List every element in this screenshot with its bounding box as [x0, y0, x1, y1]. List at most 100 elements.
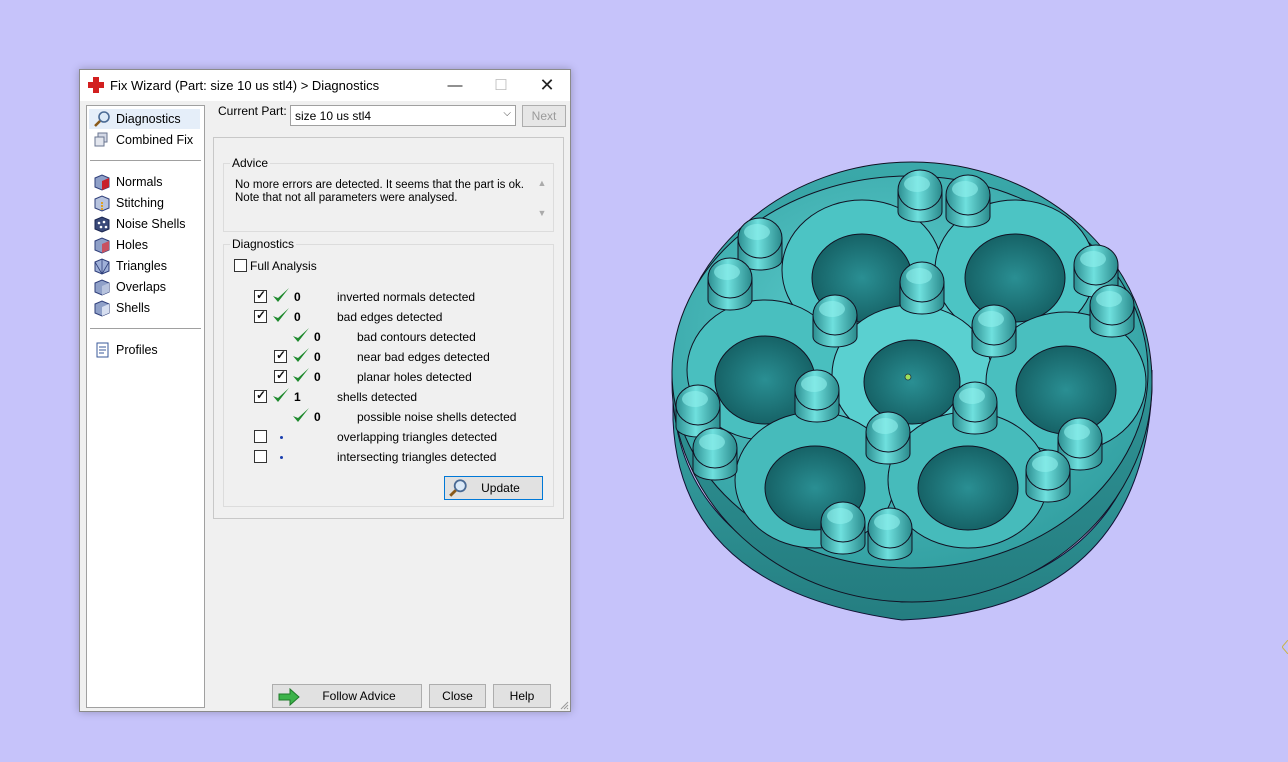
peg [867, 507, 913, 561]
diagnostic-checkbox[interactable] [254, 288, 267, 303]
sidebar-item-normals[interactable]: Normals [93, 172, 163, 192]
3d-viewport[interactable] [600, 120, 1220, 640]
current-part-label: Current Part: [218, 104, 287, 118]
peg [794, 369, 840, 423]
sidebar-item-label: Stitching [116, 196, 164, 210]
sidebar-item-label: Normals [116, 175, 163, 189]
diagnostic-count: 0 [314, 370, 321, 384]
sidebar-item-label: Holes [116, 238, 148, 252]
sidebar-item-noise-shells[interactable]: Noise Shells [93, 214, 185, 234]
magnifier-icon [93, 110, 111, 128]
diagnostic-checkbox[interactable] [254, 388, 267, 403]
green-check-icon [273, 308, 289, 322]
full-analysis-label: Full Analysis [250, 259, 317, 273]
peg [1025, 449, 1071, 503]
diagnostic-checkbox[interactable] [254, 450, 267, 463]
diagnostic-count: 0 [314, 330, 321, 344]
green-check-icon [293, 368, 309, 382]
follow-advice-label: Follow Advice [322, 689, 396, 703]
scroll-up-icon[interactable]: ▲ [535, 178, 549, 188]
peg [692, 427, 738, 481]
peg [820, 501, 866, 555]
diagnostic-checkbox[interactable] [254, 430, 267, 443]
sidebar-divider [90, 160, 201, 161]
sidebar-item-label: Triangles [116, 259, 167, 273]
diagnostic-label: intersecting triangles detected [337, 450, 497, 464]
diagnostic-checkbox[interactable] [274, 368, 287, 383]
diagnostic-count: 0 [294, 310, 301, 324]
diagnostic-label: shells detected [337, 390, 418, 404]
shells-cube-icon [93, 299, 111, 317]
sidebar-item-label: Shells [116, 301, 151, 315]
advice-group: Advice No more errors are detected. It s… [223, 156, 554, 232]
full-analysis-checkbox[interactable] [234, 259, 247, 272]
green-arrow-icon [278, 688, 300, 706]
fix-wizard-dialog: Fix Wizard (Part: size 10 us stl4) > Dia… [79, 69, 571, 712]
sidebar-item-label: Profiles [116, 343, 158, 357]
part-model [671, 161, 1153, 621]
peg [707, 257, 753, 311]
green-check-icon [273, 288, 289, 302]
sidebar-item-overlaps[interactable]: Overlaps [93, 277, 166, 297]
minimize-button[interactable]: — [432, 70, 478, 101]
normals-cube-icon [93, 173, 111, 191]
peg [1089, 284, 1135, 338]
peg [812, 294, 858, 348]
diagnostic-count: 1 [294, 390, 301, 404]
sidebar-item-label: Combined Fix [116, 133, 194, 147]
sidebar-item-holes[interactable]: Holes [93, 235, 148, 255]
diagnostic-label: near bad edges detected [357, 350, 490, 364]
diagnostic-checkbox[interactable] [254, 308, 267, 323]
diagnostic-label: bad edges detected [337, 310, 443, 324]
peg [945, 174, 991, 228]
diagnostic-label: possible noise shells detected [357, 410, 517, 424]
sidebar-item-shells[interactable]: Shells [93, 298, 150, 318]
current-part-select[interactable]: size 10 us stl4 ⌵ [290, 105, 516, 126]
green-check-icon [293, 328, 309, 342]
diagnostic-count: 0 [294, 290, 301, 304]
green-check-icon [273, 388, 289, 402]
diagnostics-panel: Advice No more errors are detected. It s… [213, 137, 564, 519]
sidebar-item-profiles[interactable]: Profiles [93, 340, 158, 360]
diagnostics-title: Diagnostics [230, 237, 297, 251]
diagnostic-label: planar holes detected [357, 370, 472, 384]
close-window-button[interactable]: ✕ [524, 70, 570, 101]
pick-point-marker [904, 373, 912, 381]
advice-text: No more errors are detected. It seems th… [235, 179, 524, 204]
peg [899, 261, 945, 315]
stitching-cube-icon [93, 194, 111, 212]
holes-cube-icon [93, 236, 111, 254]
overlaps-cube-icon [93, 278, 111, 296]
help-button[interactable]: Help [493, 684, 551, 708]
update-button[interactable]: Update [444, 476, 543, 500]
advice-title: Advice [230, 156, 271, 170]
title-bar[interactable]: Fix Wizard (Part: size 10 us stl4) > Dia… [80, 70, 570, 101]
red-cross-icon [88, 77, 104, 93]
diagnostic-checkbox[interactable] [274, 348, 287, 363]
peg [737, 217, 783, 271]
status-dot [280, 456, 283, 459]
peg [952, 381, 998, 435]
sidebar-item-combined-fix[interactable]: Combined Fix [93, 130, 193, 150]
noise-shells-icon [93, 215, 111, 233]
cube-stack-icon [93, 131, 111, 149]
sidebar-item-diagnostics[interactable]: Diagnostics [89, 109, 200, 129]
update-label: Update [481, 481, 520, 495]
follow-advice-button[interactable]: Follow Advice [272, 684, 422, 708]
magnifier-icon [449, 479, 467, 497]
sidebar-item-label: Diagnostics [116, 112, 181, 126]
sidebar-item-label: Noise Shells [116, 217, 186, 231]
resize-grip-icon[interactable] [559, 700, 569, 710]
close-button[interactable]: Close [429, 684, 486, 708]
document-icon [93, 341, 111, 359]
diagnostic-label: bad contours detected [357, 330, 476, 344]
next-button[interactable]: Next [522, 105, 566, 127]
advice-scrollbar[interactable]: ▲ ▼ [535, 178, 549, 226]
chevron-down-icon: ⌵ [503, 108, 511, 119]
scroll-down-icon[interactable]: ▼ [535, 208, 549, 218]
maximize-button[interactable]: ☐ [478, 70, 524, 101]
sidebar-item-stitching[interactable]: Stitching [93, 193, 164, 213]
diagnostic-label: inverted normals detected [337, 290, 476, 304]
sidebar-item-triangles[interactable]: Triangles [93, 256, 167, 276]
status-dot [280, 436, 283, 439]
